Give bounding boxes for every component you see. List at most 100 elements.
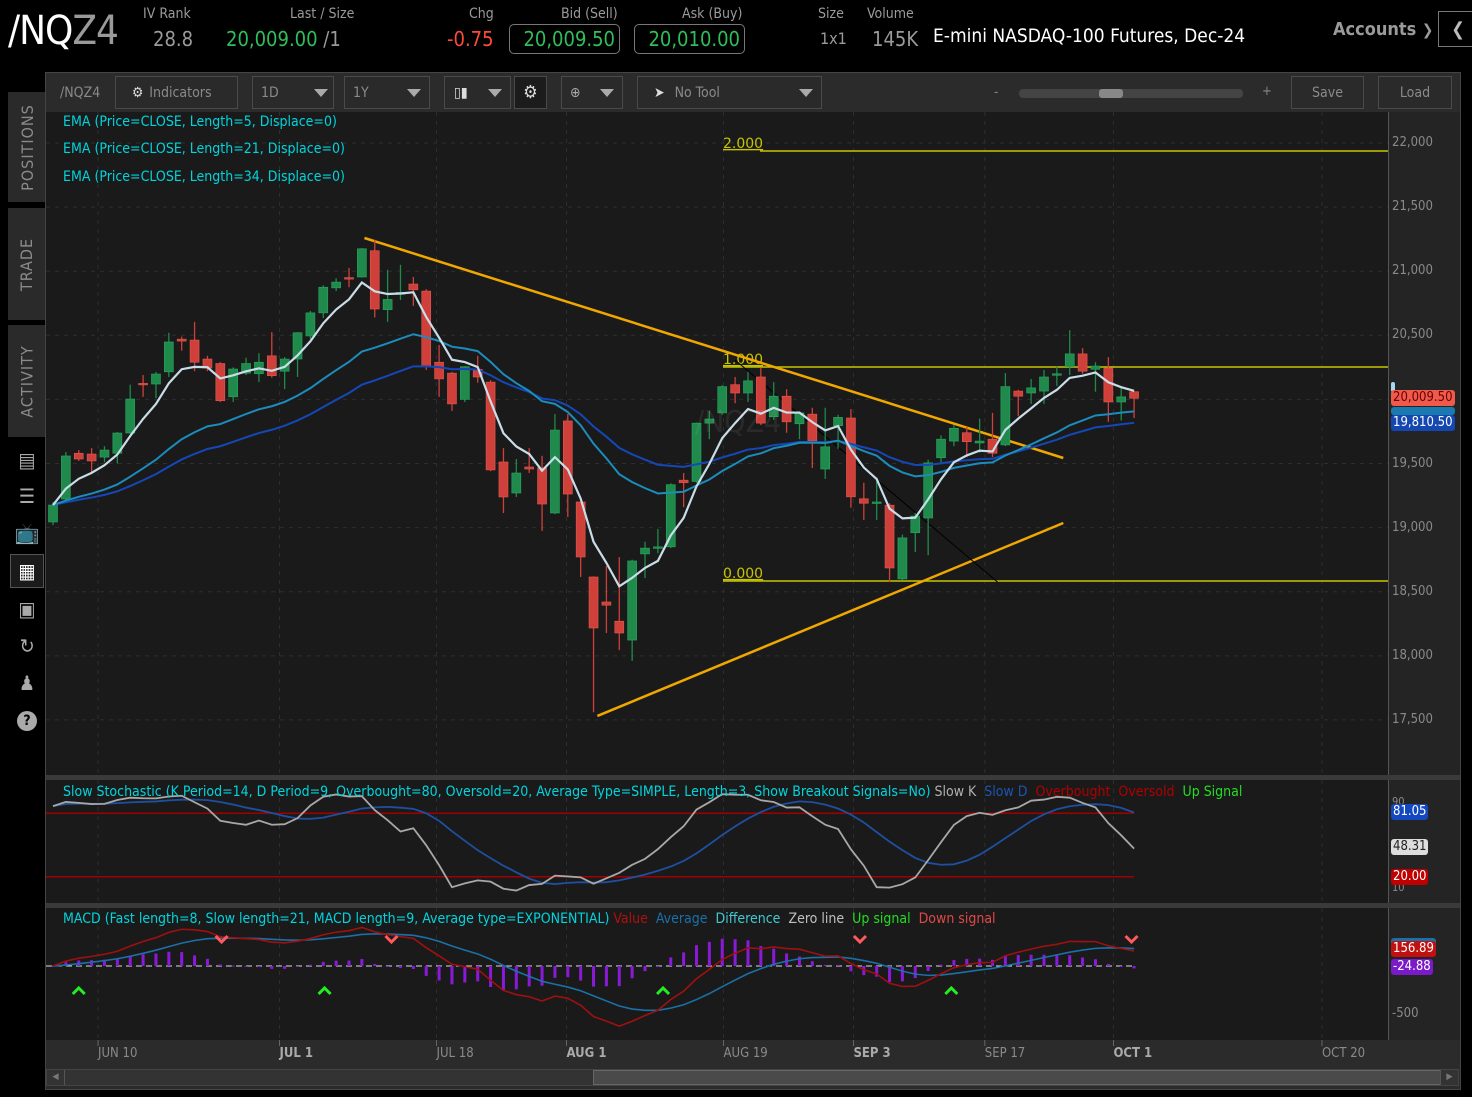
stochastic-title[interactable]: Slow Stochastic (K Period=14, D Period=9… <box>63 784 1250 800</box>
macd-histogram-bar <box>128 955 132 966</box>
candle-body <box>884 504 895 569</box>
legend-item: Up Signal <box>1182 784 1243 800</box>
date-axis-label: OCT 1 <box>1113 1046 1153 1061</box>
legend-item: Zero line <box>788 911 845 927</box>
candle-body <box>498 461 509 498</box>
oversold-badge: 20.00 <box>1391 869 1429 885</box>
macd-histogram-bar <box>244 966 248 967</box>
macd-histogram-bar <box>823 964 827 966</box>
scroll-right-button[interactable]: ▶ <box>1440 1070 1458 1085</box>
candle-body <box>897 537 908 580</box>
macd-histogram-bar <box>1132 966 1136 969</box>
candle-body <box>1129 391 1139 399</box>
price-tick-label: 19,000 <box>1392 519 1433 535</box>
macd-histogram-bar <box>707 941 711 966</box>
candle-body <box>627 560 637 641</box>
macd-histogram-bar <box>1003 955 1007 966</box>
candle-body <box>1013 390 1024 397</box>
macd-histogram-bar <box>154 953 158 966</box>
macd-histogram-bar <box>553 966 557 978</box>
date-axis-label: JUN 10 <box>98 1046 138 1061</box>
candle-body <box>382 299 393 310</box>
macd-histogram-bar <box>1016 955 1020 966</box>
scrollbar-thumb[interactable] <box>593 1070 1441 1085</box>
candle-body <box>48 504 58 523</box>
chart-watermark: /NQZ4 <box>695 405 782 440</box>
macd-histogram-bar <box>746 940 750 966</box>
price-tick-label: 19,500 <box>1392 455 1433 471</box>
legend-item: Value <box>613 911 648 927</box>
macd-histogram-bar <box>1042 954 1046 966</box>
legend-item: Slow K <box>934 784 977 800</box>
macd-histogram-bar <box>398 966 402 969</box>
date-axis-label: SEP 3 <box>853 1046 891 1061</box>
date-axis-label: AUG 19 <box>723 1046 768 1061</box>
candle-body <box>1077 353 1088 372</box>
macd-histogram-bar <box>1106 963 1110 966</box>
candle-body <box>138 383 148 386</box>
macd-histogram-bar <box>592 966 596 987</box>
candle-body <box>781 395 792 423</box>
scroll-left-button[interactable]: ◀ <box>47 1070 65 1085</box>
legend-item: Average <box>655 911 708 927</box>
trendline <box>596 521 1064 718</box>
candle-body <box>305 312 316 337</box>
candle-body <box>215 363 226 401</box>
macd-histogram-bar <box>1081 957 1085 966</box>
macd-histogram-bar <box>283 966 287 969</box>
legend-item: Down signal <box>918 911 996 927</box>
macd-value-badge: 156.89 <box>1391 941 1436 957</box>
price-tick-label: 18,500 <box>1392 583 1433 599</box>
candle-body <box>550 429 560 514</box>
macd-histogram-bar <box>939 964 943 966</box>
study-label-ema34[interactable]: EMA (Price=CLOSE, Length=34, Displace=0) <box>63 169 345 185</box>
candle-body <box>1090 365 1101 370</box>
study-label-ema5[interactable]: EMA (Price=CLOSE, Length=5, Displace=0) <box>63 114 337 130</box>
candle-body <box>357 248 367 278</box>
macd-histogram-bar <box>437 966 441 981</box>
candle-body <box>447 372 457 405</box>
macd-histogram-bar <box>566 966 570 978</box>
candle-body <box>833 417 843 426</box>
candle-body <box>73 452 84 460</box>
candle-body <box>1039 376 1049 392</box>
ema21-line <box>52 333 1135 506</box>
macd-histogram-bar <box>630 966 634 979</box>
up-signal-icon <box>317 985 332 996</box>
candle-body <box>730 384 740 394</box>
candle-body <box>640 547 650 555</box>
macd-title[interactable]: MACD (Fast length=8, Slow length=21, MAC… <box>63 911 1004 927</box>
price-tick-label: 21,000 <box>1392 263 1433 279</box>
macd-histogram-bar <box>1093 959 1097 966</box>
legend-item: Difference <box>715 911 781 927</box>
candle-body <box>807 413 818 442</box>
macd-histogram-bar <box>205 958 209 966</box>
macd-histogram-bar <box>682 952 686 966</box>
candle-body <box>1103 367 1114 403</box>
candle-body <box>537 467 547 505</box>
candle-body <box>1116 396 1127 403</box>
macd-histogram-bar <box>450 966 454 985</box>
legend-item: Up signal <box>852 911 911 927</box>
study-label-ema21[interactable]: EMA (Price=CLOSE, Length=21, Displace=0) <box>63 141 345 157</box>
macd-histogram-bar <box>1055 955 1059 966</box>
date-axis-label: SEP 17 <box>984 1046 1026 1061</box>
slow-k-badge: 48.31 <box>1391 839 1429 855</box>
fib-level-label: 1.000 <box>723 352 763 368</box>
horizontal-scrollbar[interactable]: ◀ ▶ <box>46 1069 1459 1086</box>
macd-histogram-bar <box>669 957 673 966</box>
price-tick-label: 22,000 <box>1392 135 1433 150</box>
legend-item: Slow D <box>984 784 1028 800</box>
macd-histogram-bar <box>218 964 222 966</box>
macd-histogram-bar <box>360 959 364 966</box>
macd-histogram-bar <box>720 938 724 966</box>
macd-histogram-bar <box>540 966 544 986</box>
macd-histogram-bar <box>656 965 660 967</box>
macd-histogram-bar <box>604 966 608 987</box>
candle-body <box>601 601 612 606</box>
macd-histogram-bar <box>643 966 647 972</box>
candle-body <box>408 283 419 291</box>
fib-level-label: 2.000 <box>723 136 763 152</box>
ema34-badge: 19,810.50 <box>1391 415 1455 431</box>
price-tick-label: 18,000 <box>1392 647 1433 663</box>
